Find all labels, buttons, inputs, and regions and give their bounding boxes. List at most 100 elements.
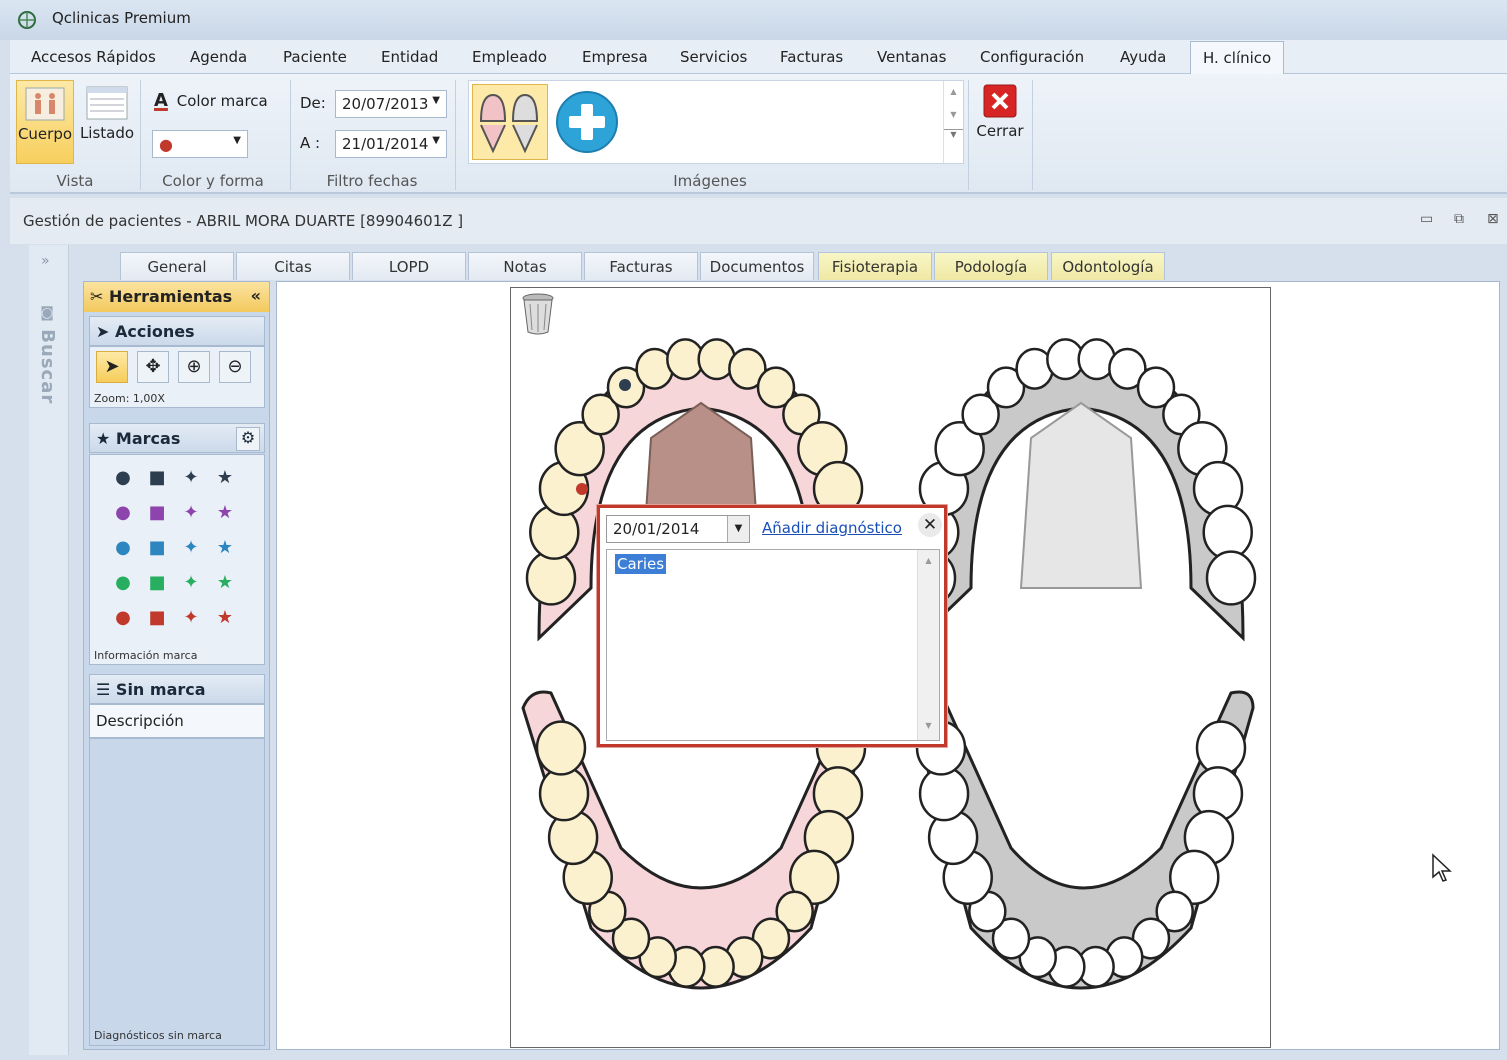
scroll-up-icon[interactable]: ▲ <box>918 556 939 565</box>
menu-empresa[interactable]: Empresa <box>582 48 648 66</box>
scroll-up-icon[interactable]: ▲ <box>944 87 963 96</box>
teeth-image-button[interactable] <box>472 84 548 160</box>
menu-h-clinico[interactable]: H. clínico <box>1190 41 1285 74</box>
sparkle-mark-icon[interactable]: ✦ <box>182 539 200 557</box>
search-label[interactable]: ◙ Buscar <box>37 305 58 404</box>
search-sidebar[interactable]: » ◙ Buscar <box>29 245 69 1055</box>
list-scrollbar[interactable]: ▲ ▼ <box>917 550 939 740</box>
close-doc-icon[interactable]: ⊠ <box>1487 211 1499 227</box>
cursor-arrow-icon: ➤ <box>104 356 120 377</box>
chevron-down-icon[interactable]: ▼ <box>727 516 749 542</box>
star-mark-icon[interactable]: ★ <box>216 539 234 557</box>
star-mark-icon[interactable]: ★ <box>216 469 234 487</box>
cuerpo-label: Cuerpo <box>17 125 73 143</box>
expand-chevron-icon[interactable]: » <box>41 253 50 269</box>
scroll-down-icon[interactable]: ▼ <box>944 110 963 119</box>
diagnosis-item[interactable]: Caries <box>615 554 667 574</box>
tab-odontologia[interactable]: Odontología <box>1051 252 1165 280</box>
tools-header: ✂ Herramientas « <box>84 282 269 312</box>
minimize-icon[interactable]: ▭ <box>1420 211 1433 227</box>
menu-facturas[interactable]: Facturas <box>780 48 843 66</box>
circle-mark-icon[interactable]: ● <box>114 469 132 487</box>
marcas-title: Marcas <box>115 429 181 448</box>
tab-facturas[interactable]: Facturas <box>584 252 698 280</box>
sparkle-mark-icon[interactable]: ✦ <box>182 504 200 522</box>
search-text: Buscar <box>37 329 58 405</box>
gallery-scrollbar[interactable]: ▲ ▼ ▼ <box>943 81 963 163</box>
star-mark-icon[interactable]: ★ <box>216 504 234 522</box>
add-image-icon[interactable] <box>555 90 619 154</box>
tab-lopd[interactable]: LOPD <box>352 252 466 280</box>
sin-marca-list[interactable]: Diagnósticos sin marca <box>89 738 265 1046</box>
color-marca-button[interactable]: A Color marca <box>154 90 278 114</box>
circle-mark-icon[interactable]: ● <box>114 609 132 627</box>
tab-podologia[interactable]: Podología <box>934 252 1048 280</box>
sparkle-mark-icon[interactable]: ✦ <box>182 574 200 592</box>
close-icon[interactable]: ✕ <box>918 513 942 537</box>
circle-mark-icon[interactable]: ● <box>114 504 132 522</box>
menu-accesos-rapidos[interactable]: Accesos Rápidos <box>31 48 156 66</box>
cerrar-button[interactable]: Cerrar <box>974 84 1026 156</box>
expand-gallery-icon[interactable]: ▼ <box>944 129 963 139</box>
zoom-in-button[interactable]: ⊕ <box>178 351 210 383</box>
menu-paciente[interactable]: Paciente <box>283 48 347 66</box>
acciones-body: ➤ ✥ ⊕ ⊖ Zoom: 1,00X <box>89 346 265 408</box>
circle-mark-icon[interactable]: ● <box>114 539 132 557</box>
listado-button[interactable]: Listado <box>78 80 136 164</box>
move-tool-button[interactable]: ✥ <box>137 351 169 383</box>
tab-fisioterapia[interactable]: Fisioterapia <box>818 252 932 280</box>
menu-ayuda[interactable]: Ayuda <box>1120 48 1166 66</box>
square-mark-icon[interactable]: ■ <box>148 504 166 522</box>
menu-entidad[interactable]: Entidad <box>381 48 438 66</box>
square-mark-icon[interactable]: ■ <box>148 539 166 557</box>
tab-citas[interactable]: Citas <box>236 252 350 280</box>
date-from-input[interactable]: 20/07/2013 ▼ <box>335 90 447 118</box>
trash-icon[interactable] <box>520 292 556 336</box>
diagnosis-list[interactable]: Caries ▲ ▼ <box>606 549 940 741</box>
square-mark-icon[interactable]: ■ <box>148 609 166 627</box>
de-label: De: <box>300 94 326 112</box>
search-icon: ◙ <box>39 305 55 322</box>
popup-date-select[interactable]: 20/01/2014 ▼ <box>606 515 750 543</box>
star-mark-icon[interactable]: ★ <box>216 574 234 592</box>
color-marca-label: Color marca <box>176 92 268 110</box>
tab-general[interactable]: General <box>120 252 234 280</box>
date-to-input[interactable]: 21/01/2014 ▼ <box>335 130 447 158</box>
sparkle-mark-icon[interactable]: ✦ <box>182 609 200 627</box>
star-mark-icon[interactable]: ★ <box>216 609 234 627</box>
date-from-value: 20/07/2013 <box>342 95 429 113</box>
gear-icon[interactable]: ⚙ <box>236 427 260 451</box>
body-view-icon <box>25 87 65 121</box>
menu-configuracion[interactable]: Configuración <box>980 48 1084 66</box>
group-color-forma-label: Color y forma <box>162 172 264 190</box>
sparkle-mark-icon[interactable]: ✦ <box>182 469 200 487</box>
info-marca-label: Información marca <box>94 649 198 662</box>
document-header: Gestión de pacientes - ABRIL MORA DUARTE… <box>10 198 1507 244</box>
placed-mark-dark[interactable] <box>619 379 631 391</box>
sin-marca-header: ☰ Sin marca <box>89 674 265 704</box>
menu-empleado[interactable]: Empleado <box>472 48 547 66</box>
collapse-panel-icon[interactable]: « <box>251 286 261 305</box>
lower-tooth[interactable] <box>535 720 587 776</box>
descripcion-header[interactable]: Descripción <box>89 704 265 738</box>
restore-icon[interactable]: ⧉ <box>1454 211 1464 227</box>
popup-date-value: 20/01/2014 <box>613 520 700 538</box>
zoom-out-button[interactable]: ⊖ <box>219 351 251 383</box>
square-mark-icon[interactable]: ■ <box>148 469 166 487</box>
color-shape-select[interactable]: ● ▼ <box>152 130 248 158</box>
placed-mark-red[interactable] <box>576 483 588 495</box>
menu-servicios[interactable]: Servicios <box>680 48 747 66</box>
circle-mark-icon[interactable]: ● <box>114 574 132 592</box>
tab-documentos[interactable]: Documentos <box>700 252 814 280</box>
square-mark-icon[interactable]: ■ <box>148 574 166 592</box>
upper-tooth[interactable] <box>1205 550 1257 606</box>
listado-label: Listado <box>79 124 135 142</box>
add-diagnosis-link[interactable]: Añadir diagnóstico <box>762 519 902 537</box>
select-tool-button[interactable]: ➤ <box>96 351 128 383</box>
menu-agenda[interactable]: Agenda <box>190 48 247 66</box>
cuerpo-button[interactable]: Cuerpo <box>16 80 74 164</box>
scroll-down-icon[interactable]: ▼ <box>918 721 939 730</box>
tools-title: Herramientas <box>108 287 233 306</box>
tab-notas[interactable]: Notas <box>468 252 582 280</box>
menu-ventanas[interactable]: Ventanas <box>877 48 946 66</box>
